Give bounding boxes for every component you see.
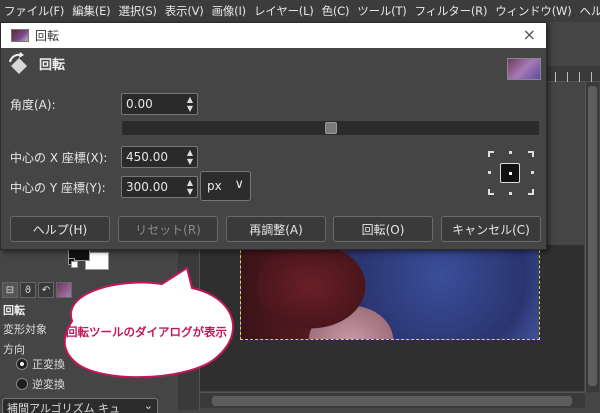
- angle-value: 0.00: [126, 97, 153, 111]
- ruler-tick: [579, 72, 580, 82]
- menu-image[interactable]: 画像(I): [208, 3, 250, 19]
- dialog-header: 回転: [1, 48, 546, 84]
- radio-reverse[interactable]: [16, 378, 28, 390]
- menu-help[interactable]: ヘルプ(H): [575, 3, 600, 19]
- ruler-tick: [555, 72, 556, 82]
- chevron-down-icon: ⌄: [143, 399, 153, 412]
- pivot-selector[interactable]: [488, 151, 534, 195]
- help-button[interactable]: ヘルプ(H): [10, 216, 110, 242]
- angle-input[interactable]: 0.00 ▲ ▼: [121, 93, 198, 115]
- rotate-icon: [9, 52, 27, 74]
- ruler-tick: [591, 72, 592, 82]
- chevron-down-icon: ∨: [234, 177, 244, 192]
- menubar: ファイル(F) 編集(E) 選択(S) 表示(V) 画像(I) レイヤー(L) …: [0, 0, 600, 22]
- device-status-tab-icon[interactable]: ϑ: [20, 282, 36, 298]
- radio-normal[interactable]: [16, 358, 28, 370]
- menu-select[interactable]: 選択(S): [114, 3, 160, 19]
- angle-slider-handle[interactable]: [325, 122, 337, 134]
- center-x-label: 中心の X 座標(X):: [10, 151, 108, 165]
- rotate-button[interactable]: 回転(O): [333, 216, 433, 242]
- direction-label: 方向: [3, 343, 25, 356]
- menu-tools[interactable]: ツール(T): [353, 3, 410, 19]
- image-thumbnail-icon: [11, 29, 29, 42]
- interpolation-select[interactable]: 補間アルゴリズム キュ ⌄: [2, 398, 158, 413]
- scroll-thumb[interactable]: [588, 86, 597, 386]
- cancel-button[interactable]: キャンセル(C): [441, 216, 541, 242]
- rotate-dialog: 回転 × 回転 角度(A): 0.00 ▲ ▼ 中心の X 座標(X): 450.…: [0, 22, 547, 250]
- callout-text: 回転ツールのダイアログが表示: [66, 325, 227, 339]
- center-x-input[interactable]: 450.00 ▲ ▼: [121, 146, 198, 168]
- angle-label: 角度(A):: [10, 98, 56, 112]
- dialog-window-title: 回転: [35, 29, 60, 43]
- tool-options-tab-icon[interactable]: ⊟: [2, 282, 18, 298]
- menu-file[interactable]: ファイル(F): [0, 3, 68, 19]
- dialog-heading: 回転: [39, 58, 66, 73]
- menu-filters[interactable]: フィルター(R): [411, 3, 492, 19]
- vertical-scrollbar[interactable]: [585, 82, 599, 392]
- center-x-value: 450.00: [126, 150, 168, 164]
- menu-colors[interactable]: 色(C): [318, 3, 354, 19]
- dialog-titlebar[interactable]: 回転 ×: [1, 23, 546, 48]
- horizontal-scrollbar[interactable]: [200, 392, 585, 408]
- unit-value: px: [207, 179, 222, 193]
- menu-layer[interactable]: レイヤー(L): [250, 3, 318, 19]
- unit-select[interactable]: px ∨: [200, 171, 251, 201]
- menu-edit[interactable]: 編集(E): [68, 3, 114, 19]
- center-x-spinner[interactable]: ▲ ▼: [183, 147, 197, 167]
- readjust-button[interactable]: 再調整(A): [226, 216, 326, 242]
- transform-label: 変形対象: [3, 323, 47, 336]
- tool-options-title: 回転: [3, 304, 25, 317]
- angle-spinner[interactable]: ▲ ▼: [183, 94, 197, 114]
- close-icon[interactable]: ×: [523, 26, 536, 44]
- interpolation-value: 補間アルゴリズム キュ: [7, 402, 121, 413]
- center-y-value: 300.00: [126, 180, 168, 194]
- scroll-thumb[interactable]: [212, 396, 572, 406]
- pivot-icon[interactable]: [500, 163, 520, 183]
- center-y-label: 中心の Y 座標(Y):: [10, 181, 106, 195]
- canvas-image[interactable]: [240, 245, 540, 340]
- reset-button[interactable]: リセット(R): [118, 216, 218, 242]
- menu-windows[interactable]: ウィンドウ(W): [491, 3, 575, 19]
- menu-view[interactable]: 表示(V): [161, 3, 208, 19]
- horizontal-ruler: [545, 66, 600, 82]
- center-y-spinner[interactable]: ▲ ▼: [183, 177, 197, 197]
- image-preview-thumbnail: [507, 58, 541, 80]
- center-y-input[interactable]: 300.00 ▲ ▼: [121, 176, 198, 198]
- ruler-tick: [567, 72, 568, 82]
- angle-slider[interactable]: [122, 121, 539, 135]
